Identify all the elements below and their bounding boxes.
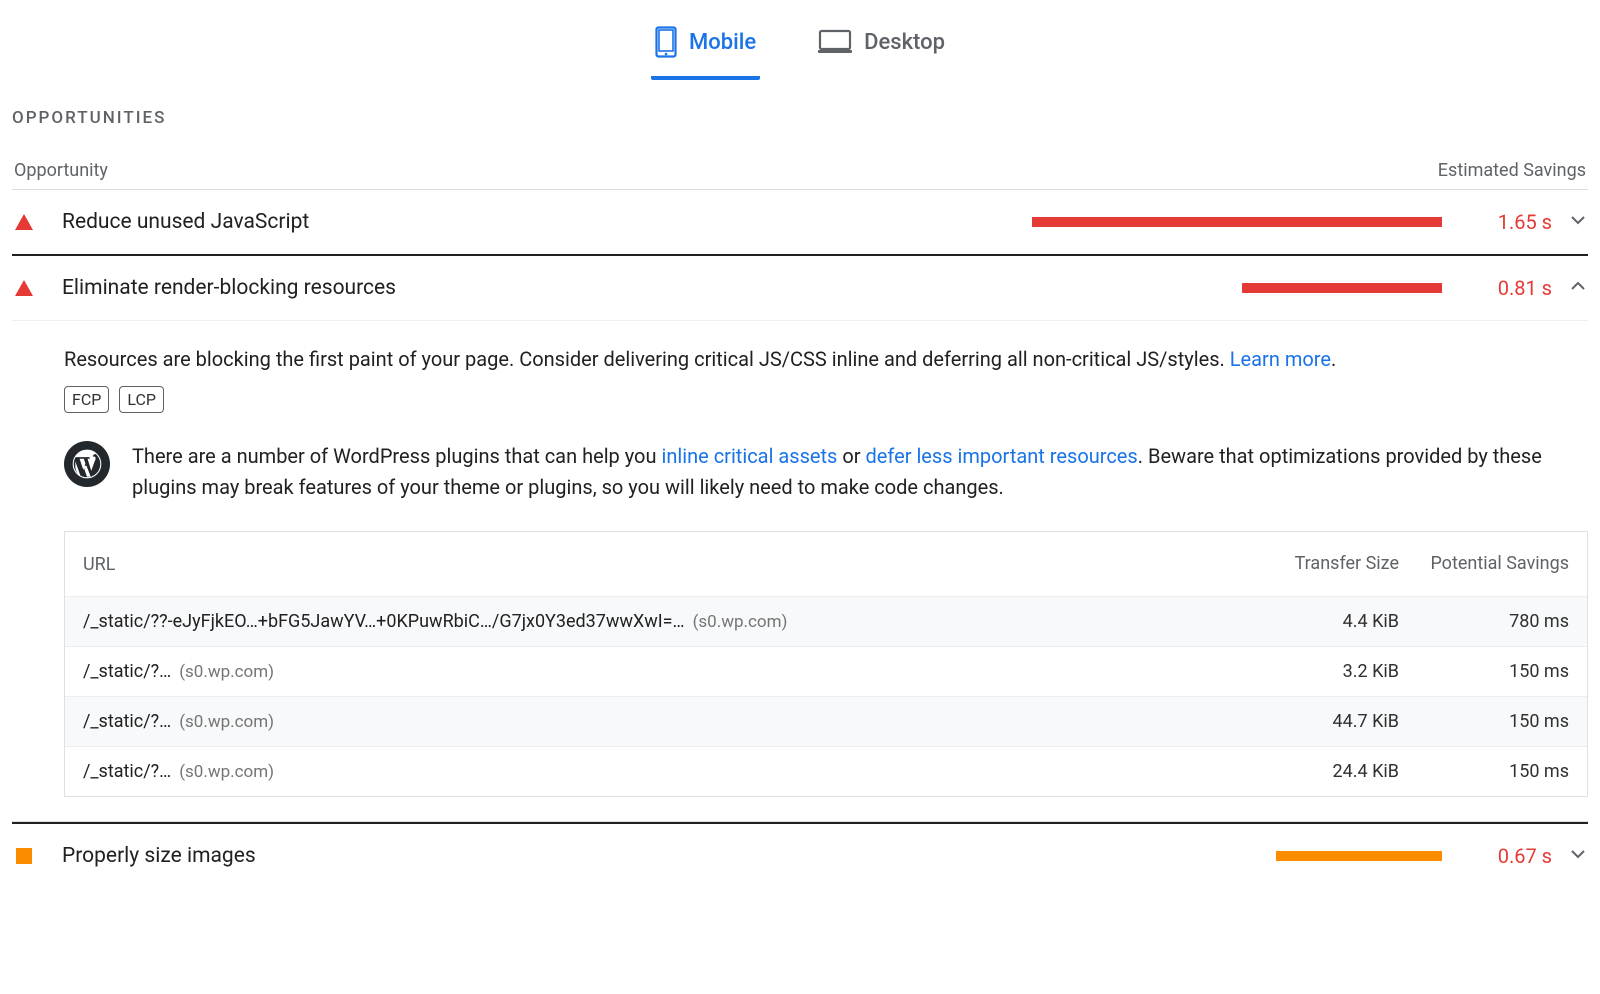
cell-savings: 150 ms [1399,711,1569,732]
cell-size: 3.2 KiB [1229,661,1399,682]
savings-bar [982,283,1442,293]
mobile-icon [655,26,677,58]
opportunity-row-reduce-unused-js[interactable]: Reduce unused JavaScript 1.65 s [12,190,1588,256]
column-estimated-savings: Estimated Savings [1438,160,1586,181]
table-row: /_static/?…(s0.wp.com) 3.2 KiB 150 ms [65,646,1587,696]
badge-lcp: LCP [119,386,164,413]
opportunity-row-size-images[interactable]: Properly size images 0.67 s [12,824,1588,888]
column-opportunity: Opportunity [14,160,108,181]
opportunity-details-render-blocking: Resources are blocking the first paint o… [12,321,1588,822]
device-tabs: Mobile Desktop [12,0,1588,80]
cell-size: 4.4 KiB [1229,611,1399,632]
cell-url: /_static/?…(s0.wp.com) [83,661,1229,682]
table-header: URL Transfer Size Potential Savings [65,532,1587,596]
savings-value: 0.67 s [1462,844,1552,868]
cell-url: /_static/?…(s0.wp.com) [83,761,1229,782]
bar-fill [1032,217,1442,227]
metric-badges: FCP LCP [64,386,1588,413]
opportunity-title: Properly size images [62,844,982,868]
tab-desktop[interactable]: Desktop [814,18,949,80]
th-transfer-size: Transfer Size [1229,552,1399,576]
cell-url: /_static/?…(s0.wp.com) [83,711,1229,732]
opportunity-title: Reduce unused JavaScript [62,210,982,234]
bar-fill [1242,283,1442,293]
table-row: /_static/?…(s0.wp.com) 44.7 KiB 150 ms [65,696,1587,746]
defer-resources-link[interactable]: defer less important resources [866,444,1138,468]
badge-fcp: FCP [64,386,109,413]
cell-savings: 150 ms [1399,661,1569,682]
opportunities-column-header: Opportunity Estimated Savings [12,160,1588,190]
savings-bar [982,217,1442,227]
opportunity-title: Eliminate render-blocking resources [62,276,982,300]
wordpress-tip-text: There are a number of WordPress plugins … [132,441,1588,503]
tab-mobile[interactable]: Mobile [651,18,760,80]
tab-mobile-label: Mobile [689,30,756,55]
table-row: /_static/??-eJyFjkEO…+bFG5JawYV…+0KPuwRb… [65,596,1587,646]
square-icon [14,846,34,866]
triangle-icon [14,212,34,232]
savings-value: 1.65 s [1462,210,1552,234]
table-row: /_static/?…(s0.wp.com) 24.4 KiB 150 ms [65,746,1587,796]
triangle-icon [14,278,34,298]
cell-savings: 780 ms [1399,611,1569,632]
cell-savings: 150 ms [1399,761,1569,782]
bar-fill [1276,851,1442,861]
wordpress-tip: There are a number of WordPress plugins … [64,441,1588,503]
inline-critical-assets-link[interactable]: inline critical assets [661,444,837,468]
tab-desktop-label: Desktop [864,30,945,55]
th-url: URL [83,554,1229,575]
chevron-down-icon [1552,212,1586,232]
savings-bar [982,851,1442,861]
th-potential-savings: Potential Savings [1399,552,1569,576]
cell-size: 44.7 KiB [1229,711,1399,732]
learn-more-link[interactable]: Learn more [1230,347,1331,371]
chevron-up-icon [1552,278,1586,298]
wordpress-icon [64,441,110,487]
opportunity-description: Resources are blocking the first paint o… [64,345,1588,374]
cell-url: /_static/??-eJyFjkEO…+bFG5JawYV…+0KPuwRb… [83,611,1229,632]
desktop-icon [818,29,852,55]
cell-size: 24.4 KiB [1229,761,1399,782]
section-title-opportunities: OPPORTUNITIES [12,108,1588,128]
opportunity-row-render-blocking[interactable]: Eliminate render-blocking resources 0.81… [12,256,1588,321]
savings-value: 0.81 s [1462,276,1552,300]
chevron-down-icon [1552,846,1586,866]
resources-table: URL Transfer Size Potential Savings /_st… [64,531,1588,797]
